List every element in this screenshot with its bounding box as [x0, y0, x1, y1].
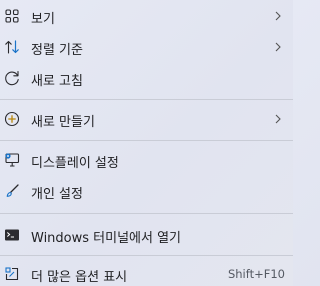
menu-item-refresh-label: 새로 고침	[31, 74, 83, 89]
menu-item-personalize[interactable]: 개인 설정	[0, 176, 293, 206]
menu-item-display-settings[interactable]: 디스플레이 설정	[0, 145, 293, 175]
chevron-right-icon	[275, 11, 281, 21]
menu-item-personalize-label: 개인 설정	[31, 187, 83, 202]
personalize-brush-icon	[6, 184, 19, 197]
separator	[0, 99, 293, 100]
menu-item-new[interactable]: 새로 만들기	[0, 104, 293, 134]
shortcut-hint: Shift+F10	[227, 267, 285, 281]
view-icon	[5, 9, 19, 23]
menu-item-open-terminal-label: Windows 터미널에서 열기	[31, 231, 182, 246]
menu-item-more-options-label: 더 많은 옵션 표시	[31, 270, 128, 285]
chevron-right-icon	[275, 42, 281, 52]
menu-item-view[interactable]: 보기	[0, 1, 293, 31]
menu-item-refresh[interactable]: 새로 고침	[0, 63, 293, 93]
menu-item-sort[interactable]: 정렬 기준	[0, 32, 293, 62]
terminal-icon	[5, 229, 19, 241]
sort-icon	[5, 40, 19, 54]
menu-item-new-label: 새로 만들기	[31, 115, 95, 130]
chevron-right-icon	[275, 114, 281, 124]
menu-item-display-settings-label: 디스플레이 설정	[31, 156, 119, 171]
separator	[0, 140, 293, 141]
context-menu: 보기 정렬 기준 새로 고침 새로 만들기 디스플레이 설정 개인 설정 Win…	[0, 0, 293, 286]
display-icon	[5, 153, 20, 167]
separator	[0, 213, 293, 214]
new-plus-icon	[4, 111, 20, 127]
more-options-icon	[5, 267, 19, 281]
separator	[0, 255, 293, 256]
menu-item-open-terminal[interactable]: Windows 터미널에서 열기	[0, 220, 293, 250]
menu-item-view-label: 보기	[31, 12, 55, 27]
menu-item-more-options[interactable]: 더 많은 옵션 표시 Shift+F10	[0, 259, 293, 286]
menu-item-sort-label: 정렬 기준	[31, 43, 83, 58]
refresh-icon	[5, 70, 19, 86]
